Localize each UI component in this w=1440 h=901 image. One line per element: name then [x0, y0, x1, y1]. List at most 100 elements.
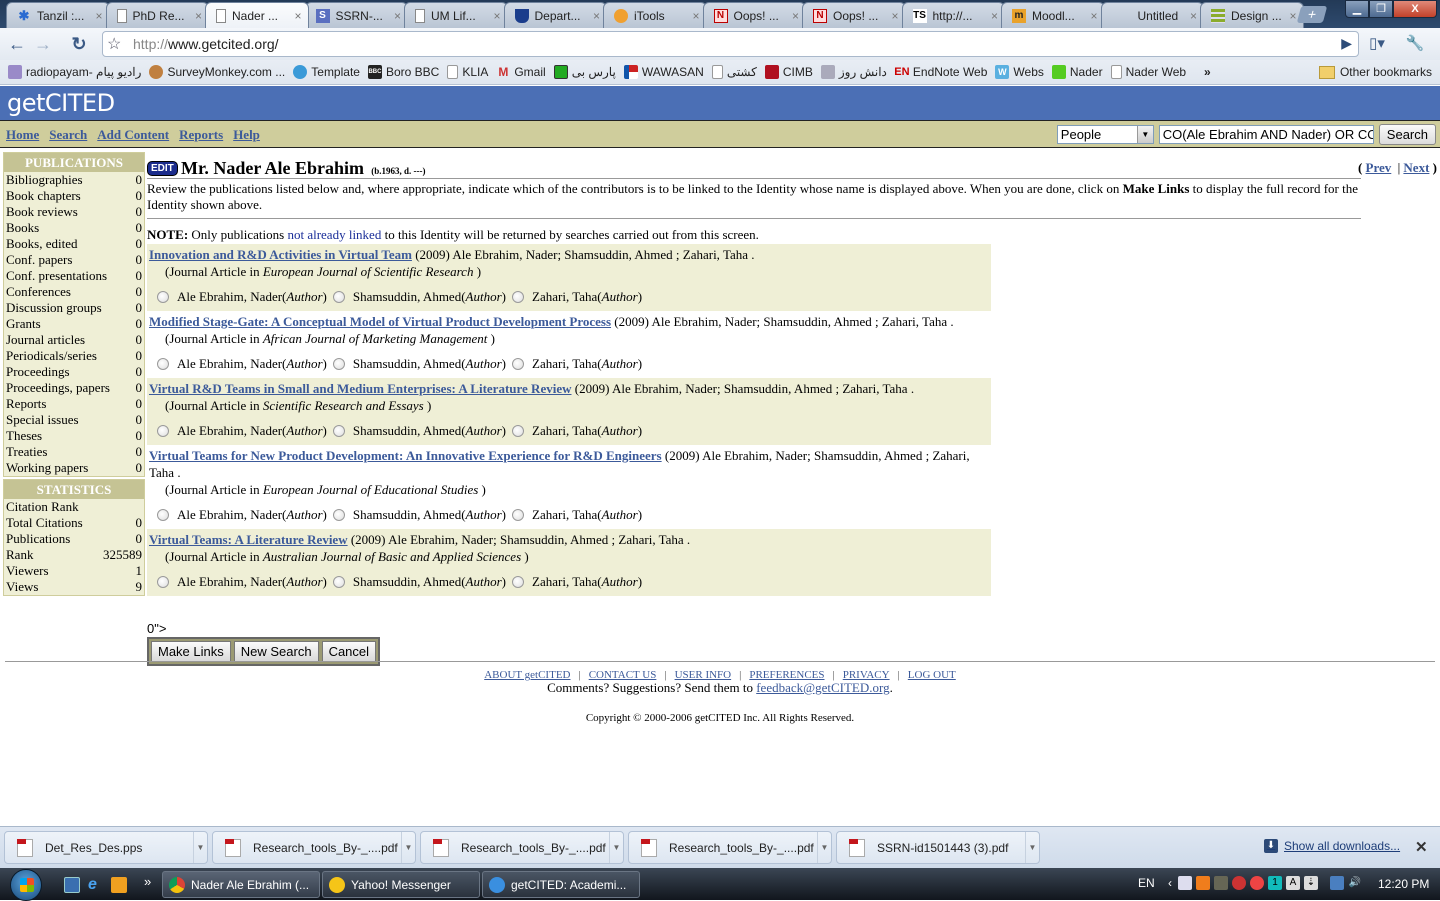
- publication-type-row[interactable]: Discussion groups 0: [4, 300, 144, 316]
- taskbar-window-button[interactable]: getCITED: Academi...: [482, 871, 640, 898]
- contributor-radio[interactable]: [332, 576, 345, 588]
- bookmark-item[interactable]: پارس بی: [553, 65, 616, 79]
- reload-button[interactable]: ↻: [66, 32, 92, 56]
- contributor-option[interactable]: Zahari, Taha (Author): [512, 572, 642, 592]
- show-desktop-icon[interactable]: [64, 877, 80, 893]
- contributor-radio[interactable]: [157, 358, 169, 370]
- search-category-select[interactable]: People ▼: [1056, 125, 1154, 144]
- bookmark-item[interactable]: Nader Web: [1110, 65, 1186, 79]
- bookmark-star-icon[interactable]: ☆: [107, 34, 121, 54]
- contributor-option[interactable]: Shamsuddin, Ahmed (Author): [332, 354, 506, 374]
- taskbar-window-button[interactable]: Yahoo! Messenger: [322, 871, 480, 898]
- contributor-radio[interactable]: [332, 509, 345, 521]
- nav-link-help[interactable]: Help: [233, 127, 260, 142]
- media-player-icon[interactable]: [111, 877, 127, 893]
- search-input[interactable]: CO(Ale Ebrahim AND Nader) OR CO: [1158, 125, 1374, 144]
- close-shelf-icon[interactable]: ✕: [1415, 838, 1428, 856]
- close-tab-icon[interactable]: ×: [1190, 9, 1197, 23]
- edit-badge-button[interactable]: EDIT: [147, 161, 178, 176]
- contributor-option[interactable]: Zahari, Taha (Author): [512, 354, 642, 374]
- forward-button[interactable]: →: [30, 32, 56, 56]
- publication-title-link[interactable]: Virtual R&D Teams in Small and Medium En…: [149, 381, 572, 396]
- volume-icon[interactable]: 🔊: [1348, 876, 1362, 890]
- network-icon[interactable]: [1330, 876, 1344, 890]
- close-tab-icon[interactable]: ×: [294, 9, 301, 23]
- bookmarks-overflow-chevron[interactable]: »: [1204, 65, 1211, 79]
- contributor-option[interactable]: Shamsuddin, Ahmed (Author): [332, 505, 506, 525]
- bookmark-item[interactable]: M Gmail: [496, 65, 545, 79]
- nav-link-reports[interactable]: Reports: [179, 127, 223, 142]
- internet-explorer-icon[interactable]: e: [88, 877, 104, 893]
- make-links-button[interactable]: Make Links: [151, 641, 231, 662]
- tray-app-icon[interactable]: [1232, 876, 1246, 890]
- browser-tab[interactable]: m Moodl... ×: [1001, 2, 1105, 28]
- footer-link-log-out[interactable]: LOG OUT: [908, 669, 956, 681]
- other-bookmarks[interactable]: Other bookmarks: [1318, 65, 1432, 79]
- url-text[interactable]: http://www.getcited.org/: [133, 36, 279, 52]
- browser-tab[interactable]: iTools ×: [603, 2, 707, 28]
- feedback-email-link[interactable]: feedback@getCITED.org: [756, 680, 889, 695]
- browser-tab[interactable]: UM Lif... ×: [404, 2, 508, 28]
- nav-link-search[interactable]: Search: [49, 127, 87, 142]
- bookmark-item[interactable]: دانش روز: [820, 65, 887, 79]
- contributor-radio[interactable]: [332, 291, 345, 303]
- next-link[interactable]: Next: [1403, 160, 1429, 175]
- bookmark-item[interactable]: SurveyMonkey.com ...: [149, 65, 285, 79]
- page-menu-button[interactable]: ▯▾: [1364, 32, 1390, 56]
- close-tab-icon[interactable]: ×: [792, 9, 799, 23]
- settings-wrench-button[interactable]: 🔧: [1402, 32, 1428, 56]
- browser-tab[interactable]: Depart... ×: [503, 2, 607, 28]
- publication-type-row[interactable]: Book chapters 0: [4, 188, 144, 204]
- contributor-radio[interactable]: [157, 509, 169, 521]
- tray-app-icon[interactable]: [1214, 876, 1228, 890]
- contributor-option[interactable]: Shamsuddin, Ahmed (Author): [332, 572, 506, 592]
- bookmark-item[interactable]: کشتی: [711, 65, 757, 79]
- bookmark-item[interactable]: EN EndNote Web: [894, 65, 987, 79]
- close-tab-icon[interactable]: ×: [593, 9, 600, 23]
- contributor-option[interactable]: Shamsuddin, Ahmed (Author): [332, 287, 506, 307]
- address-bar[interactable]: ☆ http://www.getcited.org/ ▶: [102, 31, 1359, 57]
- nav-link-add-content[interactable]: Add Content: [97, 127, 169, 142]
- show-all-downloads-link[interactable]: ⬇ Show all downloads...: [1264, 839, 1400, 853]
- contributor-option[interactable]: Zahari, Taha (Author): [512, 505, 642, 525]
- new-search-button[interactable]: New Search: [233, 641, 319, 662]
- chevron-down-icon[interactable]: ▼: [1136, 126, 1153, 143]
- publication-title-link[interactable]: Innovation and R&D Activities in Virtual…: [149, 247, 412, 262]
- go-play-icon[interactable]: ▶: [1341, 35, 1352, 52]
- publication-type-row[interactable]: Working papers 0: [4, 460, 144, 476]
- bookmark-item[interactable]: BBC Boro BBC: [367, 65, 439, 79]
- contributor-radio[interactable]: [512, 425, 525, 437]
- tray-numlock-icon[interactable]: 1: [1268, 876, 1282, 890]
- minimize-button[interactable]: ▁: [1345, 0, 1369, 18]
- contributor-radio[interactable]: [512, 576, 525, 588]
- close-tab-icon[interactable]: ×: [891, 9, 898, 23]
- browser-tab[interactable]: N Oops! ... ×: [802, 2, 906, 28]
- publication-type-row[interactable]: Conf. papers 0: [4, 252, 144, 268]
- publication-title-link[interactable]: Virtual Teams for New Product Developmen…: [149, 448, 662, 463]
- publication-type-row[interactable]: Book reviews 0: [4, 204, 144, 220]
- language-indicator[interactable]: EN: [1138, 876, 1155, 890]
- contributor-radio[interactable]: [157, 291, 169, 303]
- back-button[interactable]: ←: [4, 32, 30, 56]
- prev-link[interactable]: Prev: [1366, 160, 1392, 175]
- tray-expand-chevron[interactable]: ‹: [1168, 876, 1172, 890]
- publication-type-row[interactable]: Proceedings, papers 0: [4, 380, 144, 396]
- contributor-radio[interactable]: [157, 576, 169, 588]
- contributor-option[interactable]: Shamsuddin, Ahmed (Author): [332, 421, 506, 441]
- contributor-radio[interactable]: [157, 425, 169, 437]
- bookmark-item[interactable]: Nader: [1051, 65, 1103, 79]
- browser-tab[interactable]: Nader ... ×: [205, 2, 309, 28]
- download-item[interactable]: SSRN-id1501443 (3).pdf ▼: [836, 831, 1040, 864]
- publication-type-row[interactable]: Reports 0: [4, 396, 144, 412]
- close-tab-icon[interactable]: ×: [95, 9, 102, 23]
- browser-tab[interactable]: ✱ Tanzil :... ×: [6, 2, 110, 28]
- contributor-radio[interactable]: [332, 425, 345, 437]
- browser-tab[interactable]: S SSRN-... ×: [304, 2, 408, 28]
- contributor-radio[interactable]: [332, 358, 345, 370]
- browser-tab[interactable]: TS http://... ×: [901, 2, 1005, 28]
- bookmark-item[interactable]: CIMB: [764, 65, 813, 79]
- tray-capslock-icon[interactable]: A: [1286, 876, 1300, 890]
- publication-type-row[interactable]: Books, edited 0: [4, 236, 144, 252]
- tray-app-icon[interactable]: [1178, 876, 1192, 890]
- publication-type-row[interactable]: Proceedings 0: [4, 364, 144, 380]
